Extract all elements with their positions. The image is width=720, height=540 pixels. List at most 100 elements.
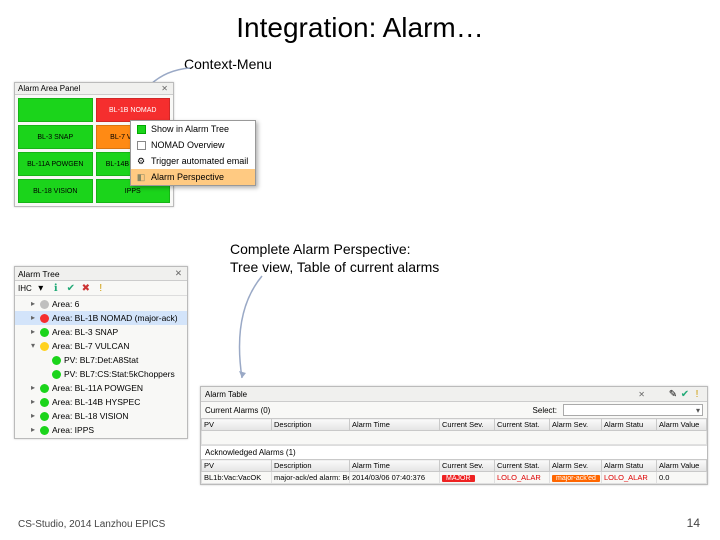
menu-item-label: Show in Alarm Tree	[151, 124, 229, 134]
twist-icon[interactable]: ▸	[29, 311, 37, 325]
tree-node[interactable]: ▸ Area: BL-1B NOMAD (major-ack)	[15, 311, 187, 325]
tree-combo[interactable]: IHC	[18, 284, 32, 293]
column-header[interactable]: PV	[202, 419, 272, 431]
tree-node[interactable]: ▸ Area: IPPS	[15, 423, 187, 437]
panel-title: Alarm Area Panel	[18, 84, 159, 93]
column-header[interactable]: Current Stat.	[495, 419, 550, 431]
status-dot-icon	[52, 370, 61, 379]
status-dot-icon	[40, 314, 49, 323]
status-dot-icon	[40, 328, 49, 337]
alarm-tree-panel: Alarm Tree ✕ IHC ▾ ℹ ✔ ✖ ! ▸Area: 6▸Area…	[14, 266, 188, 439]
close-icon[interactable]: ✕	[173, 268, 184, 279]
menu-item[interactable]: NOMAD Overview	[131, 137, 255, 153]
perspective-icon: ◧	[135, 171, 147, 183]
tree-node-label: Area: BL-18 VISION	[52, 409, 129, 423]
ack-alarms-label: Acknowledged Alarms (1)	[201, 445, 707, 459]
tree-node[interactable]: ▸ Area: 6	[15, 297, 187, 311]
status-dot-icon	[40, 398, 49, 407]
context-menu: Show in Alarm Tree NOMAD Overview ⚙ Trigger…	[130, 120, 256, 186]
status-dot-icon	[40, 412, 49, 421]
tree-node-label: Area: BL-14B HYSPEC	[52, 395, 140, 409]
twist-icon[interactable]: ▸	[29, 423, 37, 437]
chevron-down-icon[interactable]: ▾	[35, 282, 47, 294]
perspective-label: Complete Alarm Perspective: Tree view, T…	[230, 240, 439, 276]
area-cell[interactable]: BL-1B NOMAD	[96, 98, 171, 122]
alarm-icon	[135, 123, 147, 135]
area-cell[interactable]	[18, 98, 93, 122]
alarm-table-panel: Alarm Table ✕ ✎ ✔ ! Current Alarms (0) S…	[200, 386, 708, 485]
check-icon[interactable]: ✔	[65, 282, 77, 294]
check-icon[interactable]: ✔	[679, 388, 691, 400]
column-header[interactable]: Alarm Time	[350, 419, 440, 431]
wand-icon[interactable]: ✎	[667, 388, 679, 400]
clear-icon[interactable]: ✖	[80, 282, 92, 294]
close-icon[interactable]: ✕	[159, 84, 170, 93]
context-menu-label: Context-Menu	[184, 56, 272, 72]
twist-icon[interactable]: ▸	[29, 325, 37, 339]
column-header[interactable]: Alarm Value	[657, 419, 707, 431]
twist-icon[interactable]: ▸	[29, 395, 37, 409]
twist-icon[interactable]: ▸	[29, 409, 37, 423]
table-title: Alarm Table	[205, 390, 636, 399]
bang-icon[interactable]: !	[95, 282, 107, 294]
tree-toolbar: IHC ▾ ℹ ✔ ✖ !	[15, 281, 187, 296]
column-header[interactable]: Current Sev.	[440, 460, 495, 472]
slide-title: Integration: Alarm…	[0, 0, 720, 48]
column-header[interactable]: Alarm Value	[657, 460, 707, 472]
menu-item-label: NOMAD Overview	[151, 140, 225, 150]
menu-item[interactable]: Show in Alarm Tree	[131, 121, 255, 137]
table-row[interactable]: BL1b:Vac:VacOKmajor-ack/ed alarm: Beam L…	[202, 472, 707, 484]
current-alarms-table: PVDescriptionAlarm TimeCurrent Sev.Curre…	[201, 418, 707, 445]
menu-item-label: Trigger automated email	[151, 156, 248, 166]
twist-icon[interactable]: ▸	[29, 381, 37, 395]
column-header[interactable]: Current Sev.	[440, 419, 495, 431]
status-dot-icon	[40, 384, 49, 393]
panel-tab-header: Alarm Area Panel ✕	[15, 83, 173, 95]
tree-node-label: PV: BL7:CS:Stat:5kChoppers	[64, 367, 175, 381]
column-header[interactable]: Description	[272, 460, 350, 472]
menu-item-label: Alarm Perspective	[151, 172, 224, 182]
page-icon	[135, 139, 147, 151]
menu-item[interactable]: ⚙ Trigger automated email	[131, 153, 255, 169]
twist-icon[interactable]: ▾	[29, 339, 37, 353]
tree-node[interactable]: ▸ Area: BL-18 VISION	[15, 409, 187, 423]
tree-node-label: Area: BL-7 VULCAN	[52, 339, 129, 353]
tree-node[interactable]: ▸ Area: BL-11A POWGEN	[15, 381, 187, 395]
tree-node-label: Area: BL-11A POWGEN	[52, 381, 143, 395]
footer-left: CS-Studio, 2014 Lanzhou EPICS	[18, 519, 165, 530]
menu-item[interactable]: ◧ Alarm Perspective	[131, 169, 255, 185]
column-header[interactable]: PV	[202, 460, 272, 472]
status-dot-icon	[40, 426, 49, 435]
tree-node[interactable]: PV: BL7:CS:Stat:5kChoppers	[15, 367, 187, 381]
tree-body: ▸Area: 6▸Area: BL-1B NOMAD (major-ack)▸A…	[15, 296, 187, 438]
select-dropdown[interactable]: ▾	[563, 404, 703, 416]
bang-icon[interactable]: !	[691, 388, 703, 400]
tree-node-label: Area: IPPS	[52, 423, 94, 437]
ack-alarms-table: PVDescriptionAlarm TimeCurrent Sev.Curre…	[201, 459, 707, 484]
column-header[interactable]: Alarm Statu	[602, 460, 657, 472]
column-header[interactable]: Alarm Time	[350, 460, 440, 472]
tree-node[interactable]: PV: BL7:Det:A8Stat	[15, 353, 187, 367]
column-header[interactable]: Alarm Statu	[602, 419, 657, 431]
info-icon[interactable]: ℹ	[50, 282, 62, 294]
tree-node[interactable]: ▸ Area: BL-14B HYSPEC	[15, 395, 187, 409]
select-label: Select:	[533, 406, 557, 415]
tree-node-label: PV: BL7:Det:A8Stat	[64, 353, 138, 367]
tree-node[interactable]: ▾ Area: BL-7 VULCAN	[15, 339, 187, 353]
area-cell[interactable]: BL-18 VISION	[18, 179, 93, 203]
status-dot-icon	[40, 300, 49, 309]
column-header[interactable]: Alarm Sev.	[550, 460, 602, 472]
tree-node[interactable]: ▸Area: BL-3 SNAP	[15, 325, 187, 339]
column-header[interactable]: Description	[272, 419, 350, 431]
close-icon[interactable]: ✕	[636, 390, 647, 399]
area-cell[interactable]: BL-11A POWGEN	[18, 152, 93, 176]
tree-node-label: Area: BL-1B NOMAD (major-ack)	[52, 311, 178, 325]
area-cell[interactable]: BL-3 SNAP	[18, 125, 93, 149]
column-header[interactable]: Current Stat.	[495, 460, 550, 472]
status-dot-icon	[52, 356, 61, 365]
status-dot-icon	[40, 342, 49, 351]
gear-icon: ⚙	[135, 155, 147, 167]
tree-node-label: Area: 6	[52, 297, 79, 311]
twist-icon[interactable]: ▸	[29, 297, 37, 311]
column-header[interactable]: Alarm Sev.	[550, 419, 602, 431]
